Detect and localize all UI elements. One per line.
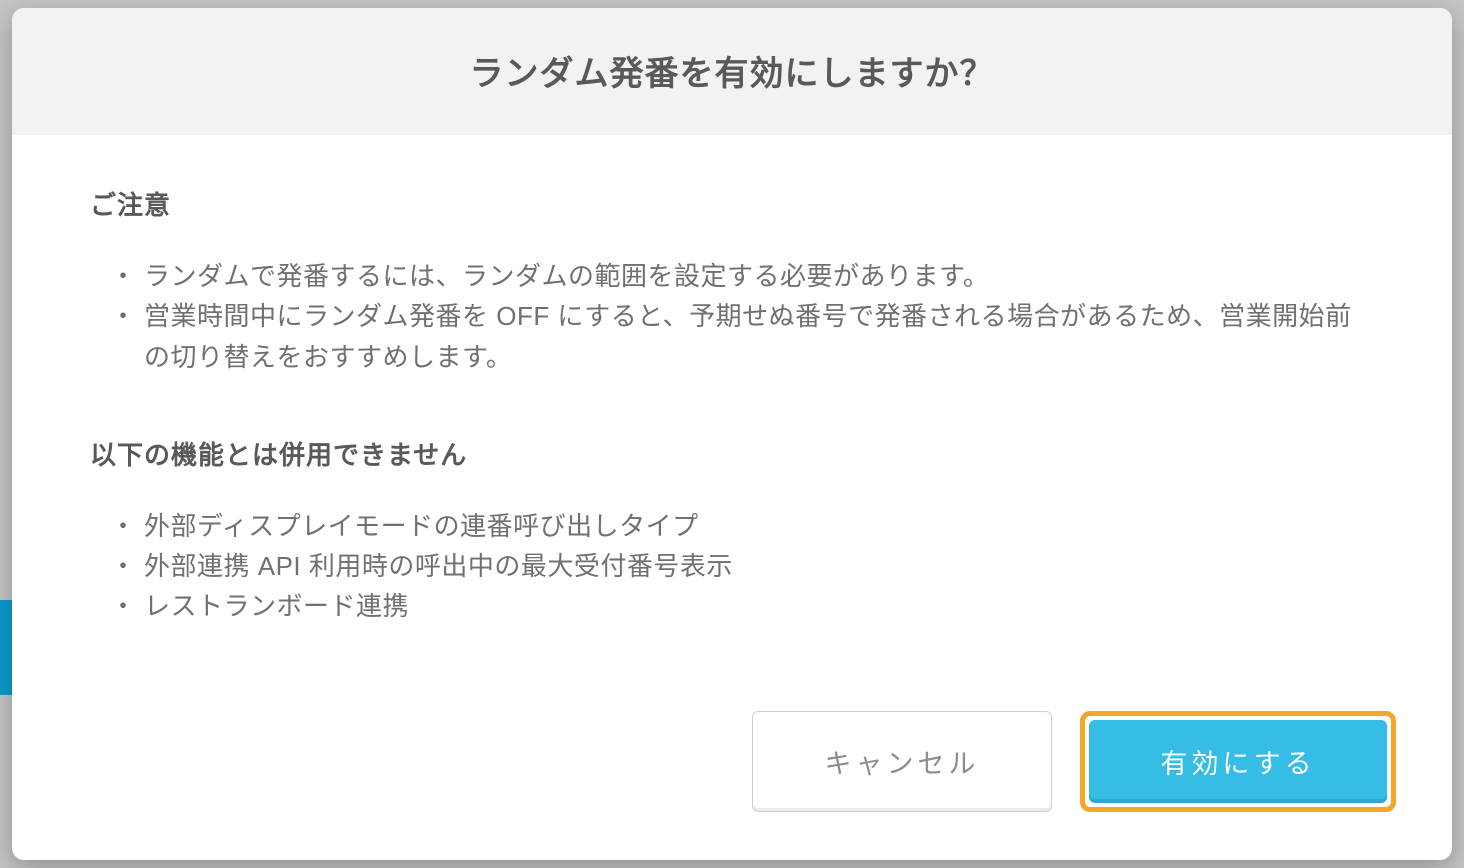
- incompatible-list: 外部ディスプレイモードの連番呼び出しタイプ 外部連携 API 利用時の呼出中の最…: [90, 506, 1374, 627]
- background-accent: [0, 600, 12, 695]
- list-item: 外部ディスプレイモードの連番呼び出しタイプ: [118, 506, 1374, 546]
- list-item: ランダムで発番するには、ランダムの範囲を設定する必要があります。: [118, 256, 1374, 296]
- caution-list: ランダムで発番するには、ランダムの範囲を設定する必要があります。 営業時間中にラ…: [90, 256, 1374, 377]
- incompatible-heading: 以下の機能とは併用できません: [90, 435, 1374, 472]
- cancel-button[interactable]: キャンセル: [752, 711, 1052, 812]
- confirm-button-highlight: 有効にする: [1080, 711, 1396, 812]
- dialog-body: ご注意 ランダムで発番するには、ランダムの範囲を設定する必要があります。 営業時…: [12, 135, 1452, 711]
- list-item: 外部連携 API 利用時の呼出中の最大受付番号表示: [118, 546, 1374, 586]
- list-item: レストランボード連携: [118, 586, 1374, 626]
- dialog-title: ランダム発番を有効にしますか？: [32, 46, 1432, 95]
- confirm-button[interactable]: 有効にする: [1089, 720, 1387, 803]
- list-item: 営業時間中にランダム発番を OFF にすると、予期せぬ番号で発番される場合がある…: [118, 296, 1374, 377]
- dialog-header: ランダム発番を有効にしますか？: [12, 8, 1452, 135]
- caution-heading: ご注意: [90, 185, 1374, 222]
- dialog-footer: キャンセル 有効にする: [12, 711, 1452, 860]
- confirmation-dialog: ランダム発番を有効にしますか？ ご注意 ランダムで発番するには、ランダムの範囲を…: [12, 8, 1452, 860]
